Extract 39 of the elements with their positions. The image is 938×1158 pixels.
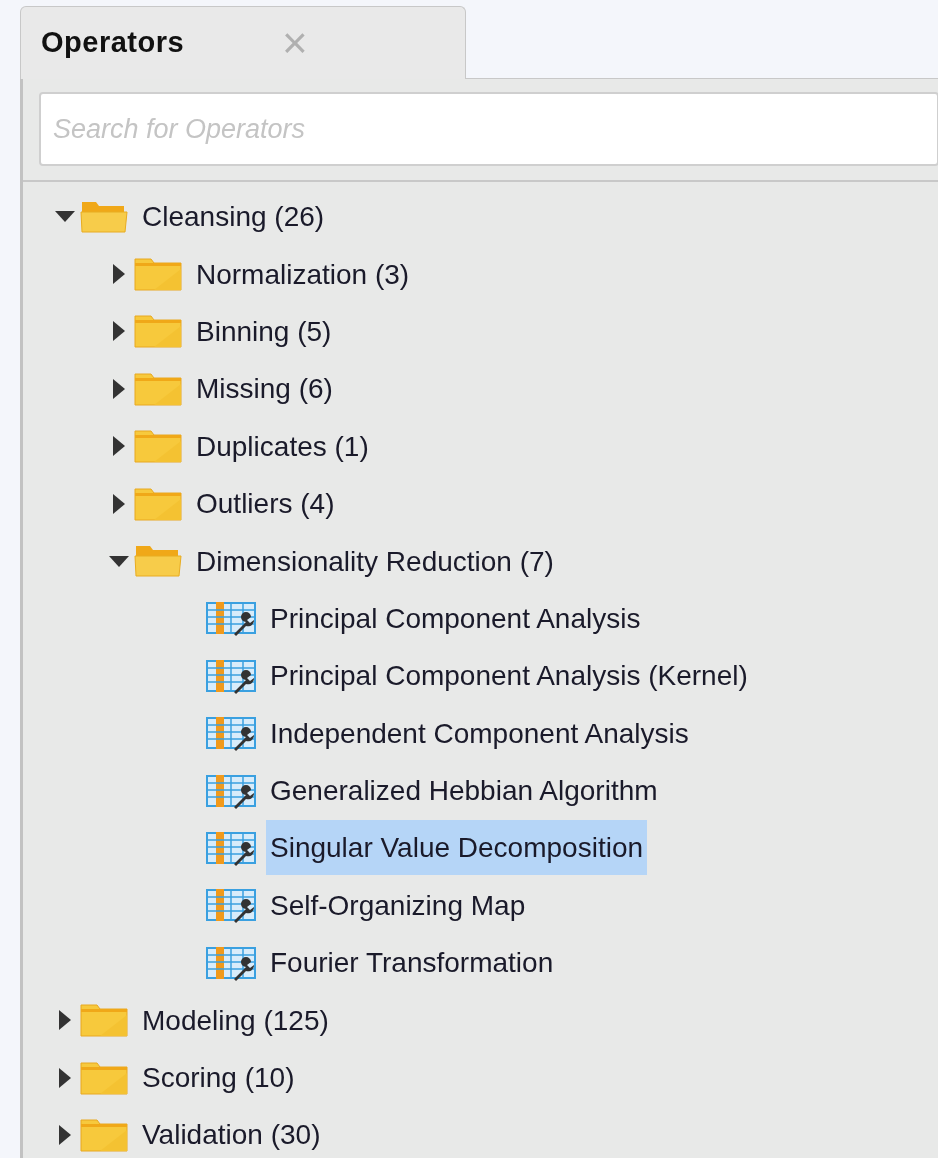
folder-label[interactable]: Scoring (10) bbox=[138, 1050, 299, 1106]
folder-icon bbox=[134, 429, 182, 464]
folder-icon bbox=[134, 371, 182, 406]
folder-label[interactable]: Cleansing (26) bbox=[138, 189, 329, 245]
operator-item[interactable]: Fourier Transformation bbox=[266, 935, 558, 991]
operators-tab[interactable]: Operators × bbox=[20, 6, 466, 79]
operator-item[interactable]: Singular Value Decomposition bbox=[266, 820, 648, 876]
folder-label[interactable]: Modeling (125) bbox=[138, 992, 333, 1048]
folder-icon bbox=[80, 1060, 128, 1095]
table-wrench-icon bbox=[206, 887, 256, 924]
folder-label[interactable]: Dimensionality Reduction (7) bbox=[192, 533, 558, 589]
folder-label[interactable]: Duplicates (1) bbox=[192, 418, 373, 474]
table-wrench-icon bbox=[206, 772, 256, 809]
collapse-arrow-icon[interactable] bbox=[107, 555, 131, 567]
table-wrench-icon bbox=[206, 657, 256, 694]
folder-label[interactable]: Binning (5) bbox=[192, 303, 336, 359]
operator-item[interactable]: Principal Component Analysis bbox=[266, 590, 645, 646]
open-folder-icon bbox=[80, 199, 128, 234]
operator-item[interactable]: Independent Component Analysis bbox=[266, 705, 693, 761]
folder-icon bbox=[134, 257, 182, 292]
folder-icon bbox=[80, 1117, 128, 1152]
table-wrench-icon bbox=[206, 715, 256, 752]
folder-label[interactable]: Normalization (3) bbox=[192, 246, 414, 302]
table-wrench-icon bbox=[206, 944, 256, 981]
table-wrench-icon bbox=[206, 830, 256, 866]
folder-icon bbox=[134, 314, 182, 349]
folder-label[interactable]: Missing (6) bbox=[192, 361, 337, 417]
folder-label[interactable]: Validation (30) bbox=[138, 1107, 325, 1158]
collapse-arrow-icon[interactable] bbox=[53, 211, 77, 223]
table-wrench-icon bbox=[206, 600, 256, 637]
open-folder-icon bbox=[134, 544, 182, 579]
search-field[interactable]: Search for Operators bbox=[39, 92, 938, 166]
operator-item[interactable]: Self-Organizing Map bbox=[266, 877, 530, 933]
operator-item[interactable]: Principal Component Analysis (Kernel) bbox=[266, 648, 752, 704]
tab-title: Operators bbox=[41, 25, 185, 61]
folder-icon bbox=[134, 486, 182, 521]
folder-icon bbox=[80, 1003, 128, 1038]
operator-item[interactable]: Generalized Hebbian Algorithm bbox=[266, 763, 662, 819]
folder-label[interactable]: Outliers (4) bbox=[192, 476, 339, 532]
